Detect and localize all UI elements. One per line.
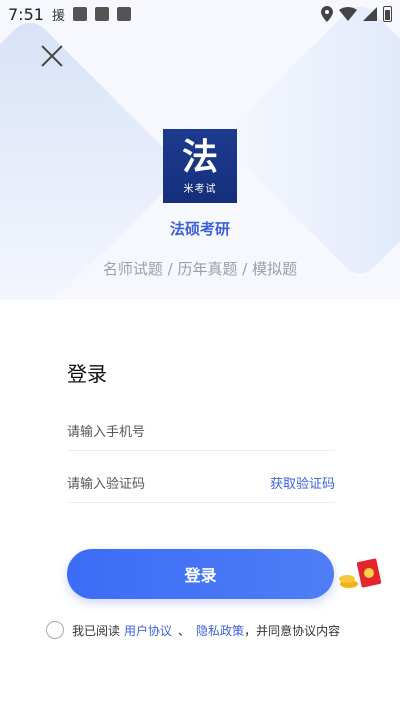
- location-icon: [321, 6, 333, 22]
- red-packet-icon: [339, 558, 382, 588]
- square-icon: [116, 7, 131, 21]
- phone-input-placeholder[interactable]: 请输入手机号: [67, 421, 145, 440]
- app-name: 法硕考研: [169, 220, 230, 238]
- agreement-suffix: ，并同意协议内容: [244, 623, 341, 638]
- get-code-button[interactable]: 获取验证码: [270, 473, 335, 492]
- status-time: 7:51: [8, 4, 44, 24]
- logo-main-char: 法: [181, 136, 218, 178]
- user-agreement-link[interactable]: 用户协议: [124, 622, 172, 639]
- tagline: 名师试题 / 历年真题 / 模拟题: [102, 260, 298, 278]
- square-icon: [94, 7, 109, 21]
- battery-icon: [383, 6, 392, 22]
- wifi-icon: [339, 7, 357, 21]
- phone-field[interactable]: 请输入手机号: [67, 410, 335, 451]
- background-decoration-right: [218, 0, 400, 282]
- signal-icon: [363, 7, 377, 21]
- agreement-prefix: 我已阅读: [72, 623, 121, 638]
- verification-code-field[interactable]: 请输入验证码 获取验证码: [67, 462, 335, 503]
- agreement-row: 我已阅读 用户协议 、 隐私政策 ，并同意协议内容: [46, 621, 340, 639]
- close-button[interactable]: [40, 44, 64, 68]
- agree-checkbox[interactable]: [46, 621, 64, 639]
- form-background: [0, 300, 400, 712]
- app-notification-label: 援: [51, 8, 65, 24]
- agreement-separator: 、: [178, 623, 191, 638]
- privacy-policy-link[interactable]: 隐私政策: [196, 622, 244, 639]
- status-bar: 7:51 援: [0, 0, 400, 28]
- logo-sub-text: 米考试: [183, 183, 217, 195]
- login-button[interactable]: 登录: [67, 549, 334, 599]
- login-title: 登录: [67, 362, 107, 386]
- a-icon: [72, 7, 87, 21]
- app-logo: 法 米考试: [163, 129, 237, 203]
- code-input-placeholder[interactable]: 请输入验证码: [67, 473, 145, 492]
